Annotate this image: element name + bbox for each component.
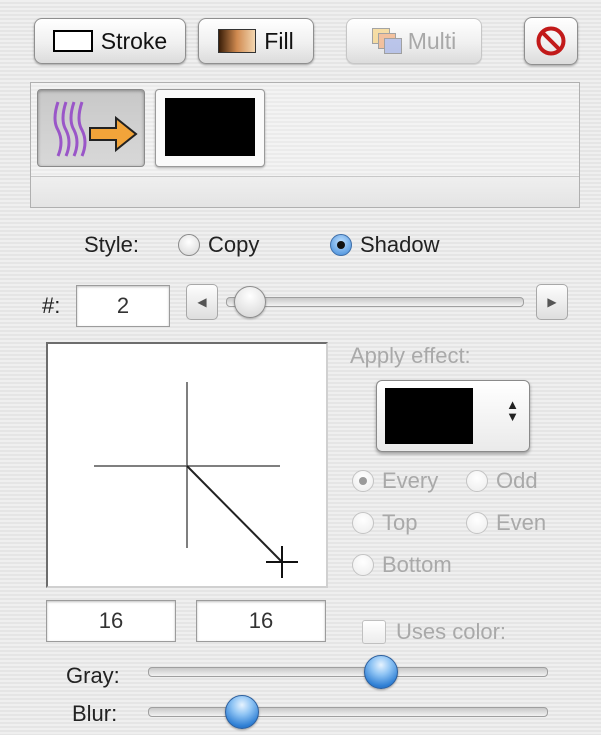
count-slider-track[interactable]: [226, 297, 524, 307]
offset-y-field[interactable]: 16: [196, 600, 326, 642]
apply-even-radio[interactable]: Even: [466, 510, 546, 536]
stroke-button[interactable]: Stroke: [34, 18, 186, 64]
radio-button-icon: [352, 512, 374, 534]
apply-bottom-label: Bottom: [382, 552, 452, 577]
apply-effect-color-popup[interactable]: ▲ ▼: [376, 380, 530, 452]
gray-slider-track[interactable]: [148, 667, 548, 677]
count-field[interactable]: 2: [76, 285, 170, 327]
no-sign-icon: [536, 26, 566, 56]
fill-gradient-icon: [218, 29, 257, 53]
multi-layers-icon: [371, 28, 402, 54]
radio-selected-icon: [352, 470, 374, 492]
radio-selected-icon: [330, 234, 352, 256]
left-arrow-icon: ◀: [197, 295, 207, 309]
style-copy-label: Copy: [208, 232, 260, 257]
blur-slider-track[interactable]: [148, 707, 548, 717]
offset-x-field[interactable]: 16: [46, 600, 176, 642]
apply-even-label: Even: [496, 510, 547, 535]
effects-list-panel: [30, 82, 580, 208]
checkbox-icon: [362, 620, 386, 644]
right-arrow-icon: ▶: [547, 295, 557, 309]
count-label: #:: [42, 293, 61, 318]
apply-effect-label: Apply effect:: [350, 343, 471, 368]
fill-button-label: Fill: [264, 27, 294, 54]
count-slider-knob[interactable]: [234, 286, 266, 318]
offset-canvas[interactable]: [46, 342, 328, 588]
stroke-swatch-icon: [52, 30, 93, 52]
offset-crosshair-graphic: [94, 382, 298, 578]
black-color-swatch: [165, 98, 255, 156]
gray-label: Gray:: [66, 663, 120, 688]
shadow-effect-arrow-icon: [53, 101, 138, 157]
effect-color-tile[interactable]: [155, 89, 265, 167]
shadow-effect-tile[interactable]: [37, 89, 145, 167]
apply-odd-label: Odd: [496, 468, 538, 493]
remove-effect-button[interactable]: [524, 17, 578, 65]
radio-button-icon: [178, 234, 200, 256]
multi-button-label: Multi: [407, 27, 457, 54]
popup-up-down-icon: ▲ ▼: [506, 397, 519, 424]
style-shadow-radio[interactable]: Shadow: [330, 232, 440, 258]
fill-button[interactable]: Fill: [198, 18, 314, 64]
multi-button[interactable]: Multi: [346, 18, 482, 64]
radio-button-icon: [466, 512, 488, 534]
uses-color-checkbox[interactable]: Uses color:: [362, 619, 506, 645]
uses-color-label: Uses color:: [396, 619, 507, 644]
apply-every-radio[interactable]: Every: [352, 468, 438, 494]
style-shadow-label: Shadow: [360, 232, 440, 257]
radio-button-icon: [466, 470, 488, 492]
apply-top-label: Top: [382, 510, 418, 535]
apply-bottom-radio[interactable]: Bottom: [352, 552, 452, 578]
blur-label: Blur:: [72, 701, 118, 726]
gray-slider-knob[interactable]: [363, 655, 398, 689]
apply-every-label: Every: [382, 468, 439, 493]
apply-odd-radio[interactable]: Odd: [466, 468, 538, 494]
radio-button-icon: [352, 554, 374, 576]
apply-effect-color-swatch: [385, 388, 473, 444]
count-increment-button[interactable]: ▶: [536, 284, 568, 320]
blur-slider-knob[interactable]: [224, 695, 259, 729]
style-copy-radio[interactable]: Copy: [178, 232, 259, 258]
stroke-button-label: Stroke: [100, 27, 168, 54]
apply-top-radio[interactable]: Top: [352, 510, 417, 536]
style-label: Style:: [84, 232, 140, 257]
count-decrement-button[interactable]: ◀: [186, 284, 218, 320]
panel-scroll-strip: [31, 176, 579, 207]
